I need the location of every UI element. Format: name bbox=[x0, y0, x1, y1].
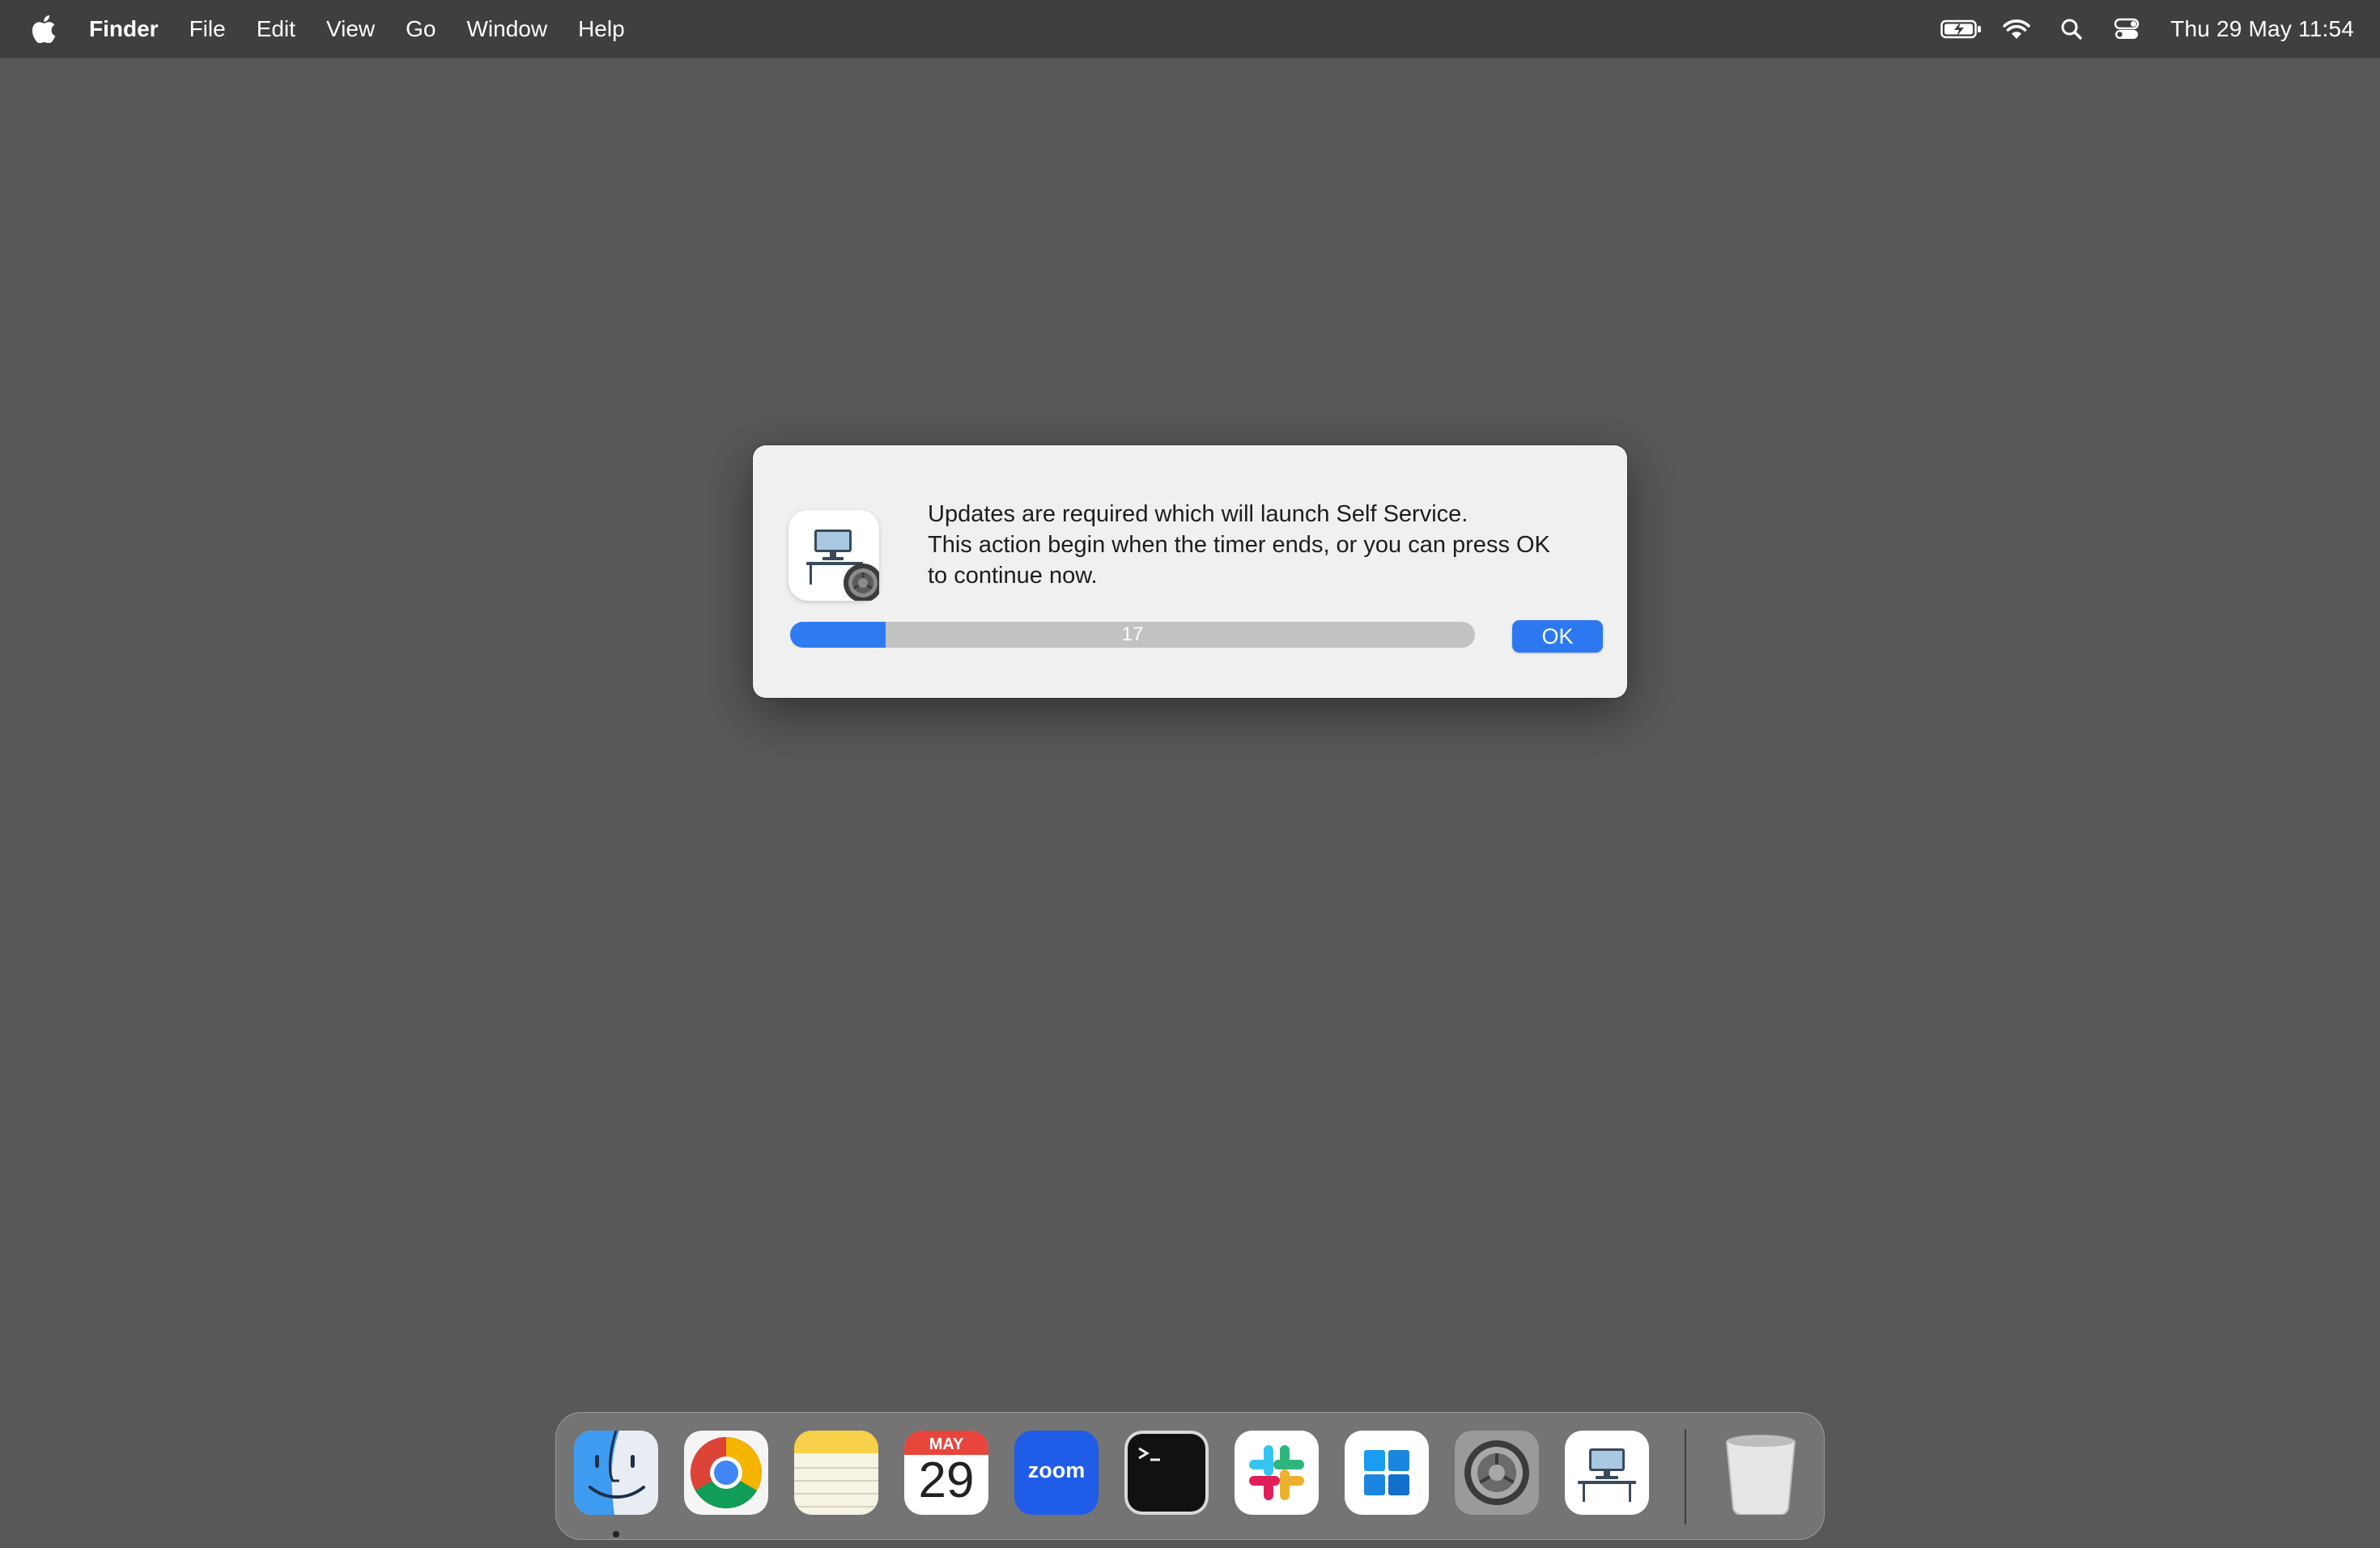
zoom-label: zoom bbox=[1027, 1458, 1086, 1482]
timer-countdown-label: 17 bbox=[1121, 623, 1144, 645]
menu-bar-right: Thu 29 May 11:54 bbox=[1934, 0, 2380, 58]
menu-bar: Finder File Edit View Go Window Help Thu… bbox=[0, 0, 2380, 58]
menu-app-name[interactable]: Finder bbox=[73, 0, 174, 58]
zoom-icon[interactable]: zoom bbox=[1014, 1431, 1099, 1515]
dialog-message-line: This action begin when the timer ends, o… bbox=[928, 532, 1550, 558]
apple-menu-icon[interactable] bbox=[15, 0, 73, 58]
self-service-icon bbox=[788, 510, 882, 602]
dialog-message-line: Updates are required which will launch S… bbox=[928, 501, 1468, 527]
spotlight-search-icon[interactable] bbox=[2044, 0, 2099, 58]
dock-separator bbox=[1685, 1429, 1686, 1525]
menu-window[interactable]: Window bbox=[451, 0, 563, 58]
terminal-icon[interactable] bbox=[1124, 1431, 1209, 1515]
self-service-dock-icon[interactable] bbox=[1565, 1431, 1649, 1515]
finder-running-indicator bbox=[613, 1531, 619, 1537]
dialog-message-line: to continue now. bbox=[928, 563, 1098, 589]
calendar-icon[interactable]: MAY 29 bbox=[904, 1431, 988, 1515]
menu-bar-clock[interactable]: Thu 29 May 11:54 bbox=[2170, 16, 2354, 42]
wifi-icon[interactable] bbox=[1989, 0, 2044, 58]
battery-charging-icon[interactable] bbox=[1934, 0, 1989, 58]
control-center-icon[interactable] bbox=[2099, 0, 2154, 58]
system-settings-icon[interactable] bbox=[1455, 1431, 1539, 1515]
menu-go[interactable]: Go bbox=[390, 0, 451, 58]
dialog-message: Updates are required which will launch S… bbox=[928, 499, 1600, 591]
update-dialog: Updates are required which will launch S… bbox=[753, 445, 1627, 698]
windows-app-icon[interactable] bbox=[1345, 1431, 1429, 1515]
notes-icon[interactable] bbox=[794, 1431, 878, 1515]
menu-edit[interactable]: Edit bbox=[241, 0, 311, 58]
dock: MAY 29 zoom bbox=[555, 1412, 1825, 1540]
timer-progress-bar: 17 bbox=[790, 622, 1475, 648]
ok-button[interactable]: OK bbox=[1512, 620, 1603, 653]
menu-file[interactable]: File bbox=[174, 0, 241, 58]
chrome-icon[interactable] bbox=[684, 1431, 768, 1515]
menu-help[interactable]: Help bbox=[563, 0, 640, 58]
menu-view[interactable]: View bbox=[311, 0, 390, 58]
trash-icon[interactable] bbox=[1719, 1431, 1803, 1515]
calendar-day: 29 bbox=[918, 1452, 975, 1508]
menu-bar-left: Finder File Edit View Go Window Help bbox=[0, 0, 640, 58]
slack-icon[interactable] bbox=[1235, 1431, 1319, 1515]
finder-icon[interactable] bbox=[574, 1431, 658, 1515]
